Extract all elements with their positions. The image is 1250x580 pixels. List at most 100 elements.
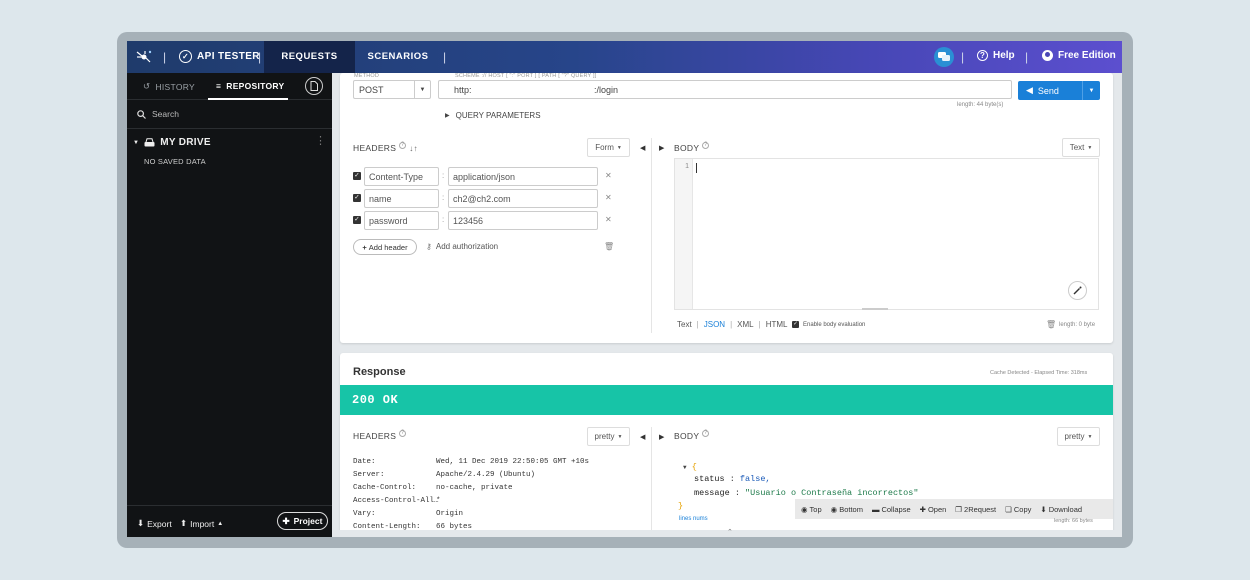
lines-nums-link[interactable]: lines nums (679, 516, 708, 522)
colon: : (442, 193, 445, 202)
collapse-left-icon[interactable]: ◀ (640, 144, 645, 152)
app-logo-icon[interactable] (135, 48, 153, 66)
to-request-label: 2Request (964, 504, 997, 514)
header-row: ✓ name : ch2@ch2.com ✕ (353, 189, 613, 208)
scroll-up-icon[interactable]: ⌃ (727, 528, 733, 536)
to-request-button[interactable]: ❐ 2Request (955, 505, 996, 514)
export-button[interactable]: ⬇ Export (137, 518, 172, 529)
drive-label: MY DRIVE (160, 137, 211, 148)
trash-icon[interactable]: 🗑 (1046, 320, 1056, 329)
header-key-input[interactable]: password (364, 211, 439, 230)
text-cursor (696, 163, 697, 173)
header-key-input[interactable]: name (364, 189, 439, 208)
info-icon: ? (702, 141, 710, 149)
add-authorization-link[interactable]: ⚷ Add authorization (426, 242, 498, 251)
enable-evaluation-checkbox[interactable]: ✓ (792, 321, 799, 328)
remove-header-icon[interactable]: ✕ (605, 171, 612, 180)
help-link[interactable]: ? Help (977, 50, 1015, 61)
method-label: METHOD (354, 73, 380, 79)
beautify-button[interactable] (1068, 281, 1087, 300)
pane-divider[interactable] (651, 138, 652, 333)
collapse-right-icon[interactable]: ▶ (659, 144, 664, 152)
add-authorization-label: Add authorization (435, 242, 499, 251)
collapse-right-icon[interactable]: ▶ (659, 433, 664, 441)
import-button[interactable]: ⬆ Import ▲ (180, 518, 223, 529)
json-line: message : "Usuario o Contraseña incorrec… (694, 488, 919, 498)
header-value-input[interactable]: application/json (448, 167, 598, 186)
response-header-row: Vary: Origin (353, 510, 463, 518)
send-options-dropdown[interactable]: ▼ (1082, 81, 1100, 100)
remove-header-icon[interactable]: ✕ (605, 215, 612, 224)
more-options-icon[interactable]: ⋮ (315, 134, 326, 147)
json-value: "Usuario o Contraseña incorrectos" (745, 488, 919, 498)
header-value-input[interactable]: ch2@ch2.com (448, 189, 598, 208)
open-button[interactable]: ✚ Open (920, 505, 947, 514)
my-drive-folder[interactable]: ▼ MY DRIVE (133, 137, 211, 148)
collapse-button[interactable]: ▬ Collapse (872, 505, 911, 514)
query-parameters-toggle[interactable]: ▶ QUERY PARAMETERS (445, 111, 541, 120)
headers-title-label: HEADERS (353, 143, 397, 153)
header-enabled-checkbox[interactable]: ✓ (353, 172, 361, 180)
body-editor[interactable]: 1 (674, 158, 1099, 310)
new-document-button[interactable] (305, 77, 323, 95)
chat-button[interactable] (934, 47, 954, 67)
bottom-label: Bottom (839, 504, 863, 514)
add-project-button[interactable]: ✚ Project (277, 512, 328, 530)
trash-icon[interactable]: 🗑 (604, 242, 614, 251)
tab-repository[interactable]: ≡ REPOSITORY (216, 81, 285, 91)
collapse-left-icon[interactable]: ◀ (640, 433, 645, 441)
response-body-mode-select[interactable]: pretty ▼ (1057, 427, 1100, 446)
tab-requests[interactable]: REQUESTS (264, 41, 355, 73)
header-key: Vary: (353, 510, 376, 518)
format-xml[interactable]: XML (737, 320, 753, 329)
header-row: ✓ Content-Type : application/json ✕ (353, 167, 613, 186)
tab-scenarios[interactable]: SCENARIOS (362, 41, 434, 73)
divider: | (443, 50, 447, 64)
expand-icon: ✚ (919, 504, 926, 514)
database-icon: ≡ (216, 81, 222, 91)
key-icon: ⚷ (426, 242, 432, 251)
response-length: length: 66 bytes (1054, 518, 1093, 524)
app-brand: ✓ API TESTER (179, 50, 260, 63)
tab-history[interactable]: ↺ HISTORY (143, 81, 195, 92)
body-length: length: 0 byte (1059, 322, 1096, 328)
enable-body-evaluation[interactable]: ✓ Enable body evaluation (792, 321, 865, 328)
header-enabled-checkbox[interactable]: ✓ (353, 194, 361, 202)
response-header-row: Access-Control-All… * (353, 497, 441, 505)
colon: : (442, 215, 445, 224)
resize-handle[interactable] (862, 308, 888, 310)
url-input[interactable]: http: :/login (438, 80, 1012, 99)
search-input[interactable] (152, 109, 312, 119)
body-mode-select[interactable]: Text ▼ (1062, 138, 1100, 157)
download-button[interactable]: ⬇ Download (1040, 505, 1082, 514)
header-value-input[interactable]: 123456 (448, 211, 598, 230)
format-text[interactable]: Text (677, 320, 692, 329)
tab-repository-label: REPOSITORY (226, 81, 285, 91)
pane-divider[interactable] (651, 427, 652, 537)
response-headers-mode-select[interactable]: pretty ▼ (587, 427, 630, 446)
divider: | (1025, 50, 1029, 64)
header-enabled-checkbox[interactable]: ✓ (353, 216, 361, 224)
sort-icon[interactable]: ↓↑ (409, 144, 418, 153)
json-key: message (694, 488, 730, 498)
format-html[interactable]: HTML (766, 320, 788, 329)
remove-header-icon[interactable]: ✕ (605, 193, 612, 202)
method-select[interactable]: POST ▼ (353, 80, 431, 99)
collapse-caret-icon[interactable]: ▼ (683, 464, 687, 471)
plus-icon: ✚ (282, 515, 290, 526)
top-button[interactable]: ◉ Top (801, 505, 822, 514)
bottom-button[interactable]: ◉ Bottom (831, 505, 863, 514)
send-button[interactable]: ◀ Send ▼ (1018, 81, 1100, 100)
body-title-label: BODY (674, 143, 700, 153)
headers-mode-select[interactable]: Form ▼ (587, 138, 630, 157)
header-key-input[interactable]: Content-Type (364, 167, 439, 186)
edition-label: Free Edition (1058, 50, 1116, 61)
copy-button[interactable]: ❏ Copy (1005, 505, 1031, 514)
circle-icon: ◉ (830, 504, 838, 514)
add-header-button[interactable]: + Add header (353, 239, 417, 255)
caret-up-icon: ▲ (217, 520, 224, 527)
divider: | (258, 50, 262, 64)
format-json[interactable]: JSON (704, 320, 725, 329)
edition-menu[interactable]: Free Edition ▼ (1042, 50, 1122, 61)
response-header-row: Cache-Control: no-cache, private (353, 484, 513, 492)
